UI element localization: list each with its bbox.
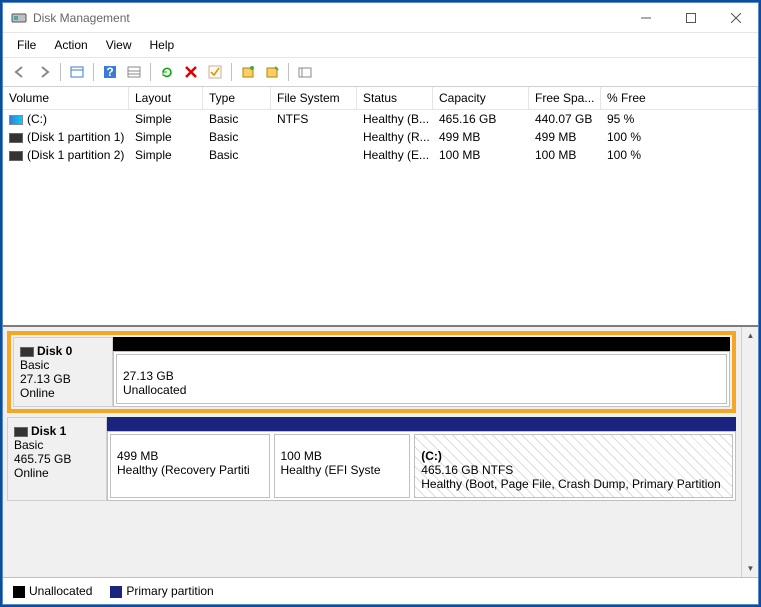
delete-icon[interactable] — [180, 61, 202, 83]
partition-size: 100 MB — [281, 449, 404, 463]
disk-0-info[interactable]: Disk 0 Basic 27.13 GB Online — [13, 337, 113, 407]
disk-0-state: Online — [20, 386, 106, 400]
wizard-icon[interactable] — [237, 61, 259, 83]
content-area: Volume Layout Type File System Status Ca… — [3, 87, 758, 604]
action-icon[interactable] — [261, 61, 283, 83]
disk-1-row[interactable]: Disk 1 Basic 465.75 GB Online 499 MBHeal… — [7, 417, 736, 501]
menubar: File Action View Help — [3, 33, 758, 58]
disk-0-unallocated[interactable]: 27.13 GB Unallocated — [116, 354, 727, 404]
minimize-button[interactable] — [623, 3, 668, 32]
legend-primary: Primary partition — [110, 584, 213, 598]
disk-0-row[interactable]: Disk 0 Basic 27.13 GB Online 27.13 GB Un… — [13, 337, 730, 407]
col-filesystem[interactable]: File System — [271, 87, 357, 109]
menu-file[interactable]: File — [9, 35, 44, 55]
toolbar-separator — [60, 63, 61, 81]
disk-0-strip — [113, 337, 730, 351]
menu-help[interactable]: Help — [142, 35, 183, 55]
disk-1-partition[interactable]: (C:)465.16 GB NTFSHealthy (Boot, Page Fi… — [414, 434, 733, 498]
disk-0-size: 27.13 GB — [20, 372, 106, 386]
disk-0-name: Disk 0 — [37, 344, 72, 358]
scroll-up-icon[interactable]: ▲ — [742, 327, 758, 344]
disk-0-partitions: 27.13 GB Unallocated — [113, 337, 730, 407]
disk-graphical-view: Disk 0 Basic 27.13 GB Online 27.13 GB Un… — [3, 325, 758, 577]
col-free-space[interactable]: Free Spa... — [529, 87, 601, 109]
refresh-icon[interactable] — [156, 61, 178, 83]
partition-status: Healthy (EFI Syste — [281, 463, 404, 477]
col-capacity[interactable]: Capacity — [433, 87, 529, 109]
titlebar: Disk Management — [3, 3, 758, 33]
volume-icon — [9, 151, 23, 161]
vertical-scrollbar[interactable]: ▲ ▼ — [741, 327, 758, 577]
swatch-primary — [110, 586, 122, 598]
volume-icon — [9, 115, 23, 125]
back-icon[interactable] — [9, 61, 31, 83]
col-layout[interactable]: Layout — [129, 87, 203, 109]
disk-1-type: Basic — [14, 438, 100, 452]
partition-status: Healthy (Recovery Partiti — [117, 463, 263, 477]
toolbar: ? — [3, 58, 758, 87]
disk-icon — [14, 427, 28, 437]
col-type[interactable]: Type — [203, 87, 271, 109]
toolbar-separator — [150, 63, 151, 81]
disk-1-name: Disk 1 — [31, 424, 66, 438]
disk-1-info[interactable]: Disk 1 Basic 465.75 GB Online — [7, 417, 107, 501]
partition-size: 499 MB — [117, 449, 263, 463]
svg-text:?: ? — [106, 65, 113, 79]
swatch-unallocated — [13, 586, 25, 598]
close-button[interactable] — [713, 3, 758, 32]
volume-row[interactable]: (Disk 1 partition 1)SimpleBasicHealthy (… — [3, 128, 758, 146]
partition-size: 465.16 GB NTFS — [421, 463, 726, 477]
disk-icon — [20, 347, 34, 357]
show-hide-icon[interactable] — [66, 61, 88, 83]
list-icon[interactable] — [123, 61, 145, 83]
settings-icon[interactable] — [294, 61, 316, 83]
disk-1-strip — [107, 417, 736, 431]
disk-1-size: 465.75 GB — [14, 452, 100, 466]
maximize-button[interactable] — [668, 3, 713, 32]
volume-icon — [9, 133, 23, 143]
help-icon[interactable]: ? — [99, 61, 121, 83]
app-icon — [11, 10, 27, 26]
menu-action[interactable]: Action — [46, 35, 95, 55]
scroll-down-icon[interactable]: ▼ — [742, 560, 758, 577]
menu-view[interactable]: View — [98, 35, 140, 55]
disk-1-partitions: 499 MBHealthy (Recovery Partiti100 MBHea… — [107, 417, 736, 501]
partition-size: 27.13 GB — [123, 369, 720, 383]
toolbar-separator — [93, 63, 94, 81]
properties-check-icon[interactable] — [204, 61, 226, 83]
partition-title: (C:) — [421, 449, 726, 463]
volume-row[interactable]: (Disk 1 partition 2)SimpleBasicHealthy (… — [3, 146, 758, 164]
partition-status: Healthy (Boot, Page File, Crash Dump, Pr… — [421, 477, 726, 491]
disk0-highlight: Disk 0 Basic 27.13 GB Online 27.13 GB Un… — [7, 331, 736, 413]
col-percent-free[interactable]: % Free — [601, 87, 758, 109]
disk-management-window: Disk Management File Action View Help ? — [2, 2, 759, 605]
legend: Unallocated Primary partition — [3, 577, 758, 604]
volume-row[interactable]: (C:)SimpleBasicNTFSHealthy (B...465.16 G… — [3, 110, 758, 128]
col-volume[interactable]: Volume — [3, 87, 129, 109]
disk-1-partition[interactable]: 100 MBHealthy (EFI Syste — [274, 434, 411, 498]
window-title: Disk Management — [33, 11, 623, 25]
forward-icon[interactable] — [33, 61, 55, 83]
partition-label: Unallocated — [123, 383, 720, 397]
disk-1-partition[interactable]: 499 MBHealthy (Recovery Partiti — [110, 434, 270, 498]
disk-1-state: Online — [14, 466, 100, 480]
col-status[interactable]: Status — [357, 87, 433, 109]
volume-list-header: Volume Layout Type File System Status Ca… — [3, 87, 758, 110]
window-controls — [623, 3, 758, 32]
volume-list[interactable]: Volume Layout Type File System Status Ca… — [3, 87, 758, 325]
toolbar-separator — [288, 63, 289, 81]
disk-0-type: Basic — [20, 358, 106, 372]
legend-unallocated: Unallocated — [13, 584, 92, 598]
toolbar-separator — [231, 63, 232, 81]
